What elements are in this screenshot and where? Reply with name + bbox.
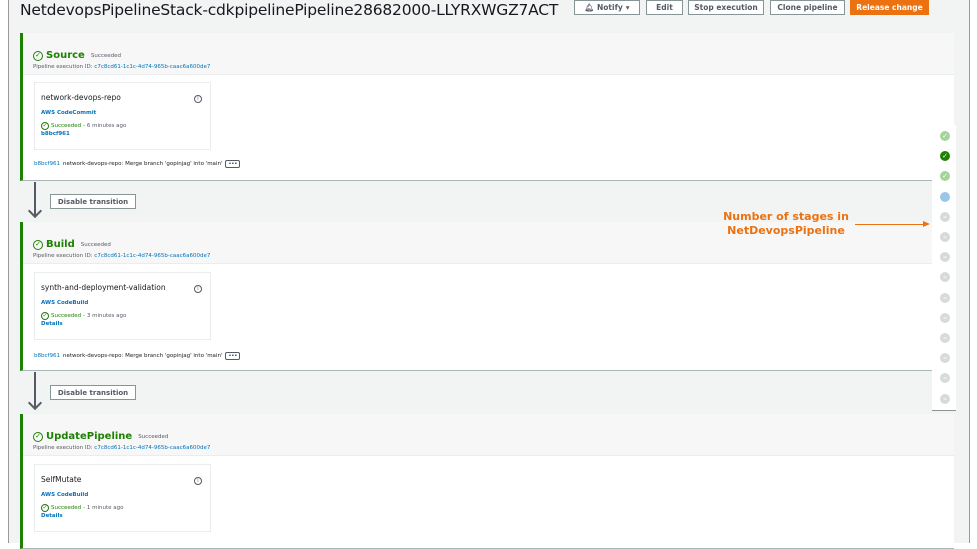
commit-link[interactable]: b8bcf961 [41,131,204,137]
details-link[interactable]: Details [41,513,204,519]
stage-indicator-succeeded-current-icon[interactable]: ✓ [940,151,950,162]
provider-link[interactable]: AWS CodeBuild [41,492,204,498]
release-change-button[interactable]: Release change [850,0,929,15]
action-card: synth-and-deployment-validation i AWS Co… [34,272,211,340]
more-icon[interactable]: ••• [225,352,241,360]
info-icon[interactable]: i [194,95,202,103]
provider-link[interactable]: AWS CodeBuild [41,300,204,306]
clone-pipeline-button[interactable]: Clone pipeline [770,0,845,15]
stage-indicator-pending-icon[interactable]: – [940,373,950,384]
check-circle-icon: ✓ [41,312,49,320]
provider-link[interactable]: AWS CodeCommit [41,110,204,116]
check-circle-icon: ✓ [41,122,49,130]
stage-build: ✓ Build Succeeded Pipeline execution ID: c… [20,222,954,371]
commit-info: b8bcf961 network-devops-repo: Merge branc… [34,352,241,360]
stage-navigator: ✓ ✓ ✓ – – – – – – – – – – [932,125,956,411]
details-link[interactable]: Details [41,321,204,327]
page-title: NetdevopsPipelineStack-cdkpipelinePipeli… [20,1,559,19]
action-card: network-devops-repo i AWS CodeCommit ✓ Su… [34,82,211,150]
info-icon[interactable]: i [194,477,202,485]
stage-indicator-pending-icon[interactable]: – [940,393,950,404]
annotation-arrow [855,224,925,225]
stage-indicator-pending-icon[interactable]: – [940,312,950,323]
more-icon[interactable]: ••• [225,160,241,168]
bell-icon: 🔔︎ [584,3,594,12]
check-circle-icon: ✓ [41,504,49,512]
stage-indicator-pending-icon[interactable]: – [940,272,950,283]
stage-indicator-pending-icon[interactable]: – [940,333,950,343]
execution-id-link[interactable]: c7c8cd61-1c1c-4d74-965b-caac6a600de7 [94,253,210,259]
stage-indicator-in-progress-icon[interactable] [940,191,950,202]
edit-button[interactable]: Edit [646,0,683,15]
stage-indicator-pending-icon[interactable]: – [940,353,950,364]
disable-transition-button[interactable]: Disable transition [50,194,136,209]
disable-transition-button[interactable]: Disable transition [50,385,136,400]
stop-execution-button[interactable]: Stop execution [688,0,764,15]
annotation-label: Number of stages in NetDevopsPipeline [723,210,849,237]
stage-source: ✓ Source Succeeded Pipeline execution ID: … [20,33,954,181]
info-icon[interactable]: i [194,285,202,293]
execution-id-link[interactable]: c7c8cd61-1c1c-4d74-965b-caac6a600de7 [94,445,210,451]
check-circle-icon: ✓ [33,431,43,442]
check-circle-icon: ✓ [33,50,43,61]
arrow-right-icon [923,221,930,227]
stage-indicator-pending-icon[interactable]: – [940,292,950,303]
check-circle-icon: ✓ [33,239,43,250]
notify-button[interactable]: 🔔︎ Notify ▾ [574,0,640,15]
stage-indicator-pending-icon[interactable]: – [940,252,950,263]
action-card: SelfMutate i AWS CodeBuild ✓ Succeeded - 1… [34,464,211,532]
stage-updatepipeline: ✓ UpdatePipeline Succeeded Pipeline execut… [20,414,954,549]
commit-info: b8bcf961 network-devops-repo: Merge branc… [34,160,241,168]
execution-id-link[interactable]: c7c8cd61-1c1c-4d74-965b-caac6a600de7 [94,64,210,70]
stage-indicator-succeeded-light-icon[interactable]: ✓ [940,131,950,141]
caret-down-icon: ▾ [625,3,630,12]
stage-indicator-succeeded-light-icon[interactable]: ✓ [940,171,950,182]
stage-indicator-pending-icon[interactable]: – [940,232,950,242]
stage-indicator-pending-icon[interactable]: – [940,211,950,222]
